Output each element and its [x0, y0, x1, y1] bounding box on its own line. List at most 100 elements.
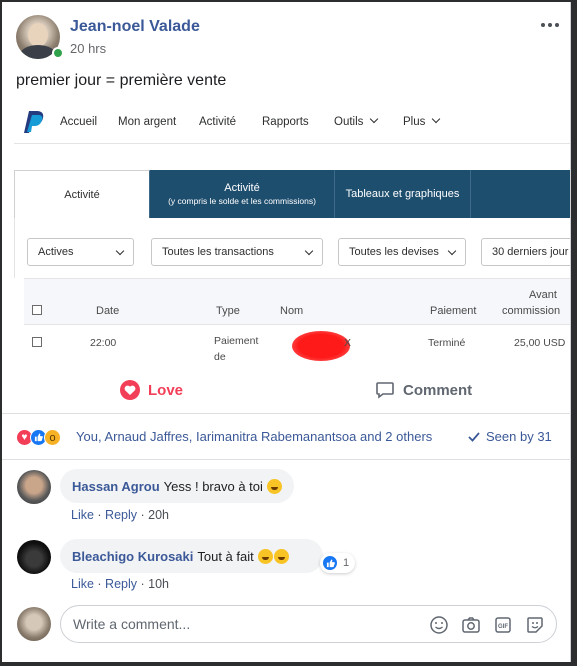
reactors-list[interactable]: You, Arnaud Jaffres, Iarimanitra Rabeman… — [76, 429, 432, 444]
comment-bubble: Hassan Agrou Yess ! bravo à toi — [60, 469, 294, 503]
column-date[interactable]: Date — [96, 305, 119, 317]
sticker-icon[interactable] — [525, 615, 545, 635]
comment-reply-link[interactable]: Reply — [105, 508, 137, 522]
comment-composer: GIF — [60, 605, 557, 643]
paypal-nav-accueil[interactable]: Accueil — [60, 116, 97, 128]
column-avant[interactable]: Avant — [529, 289, 557, 301]
chevron-down-icon — [447, 246, 457, 256]
paypal-nav-outils[interactable]: Outils — [334, 114, 379, 128]
paypal-tab-tableaux[interactable]: Tableaux et graphiques — [335, 170, 471, 218]
tab-sublabel: (y compris le solde et les commissions) — [168, 196, 316, 206]
select-all-checkbox[interactable] — [32, 305, 42, 315]
commenter-avatar[interactable] — [17, 540, 51, 574]
column-type[interactable]: Type — [216, 305, 240, 317]
currency-filter-select[interactable]: Toutes les devises — [338, 238, 466, 266]
row-status: Terminé — [428, 337, 466, 349]
paypal-logo-icon — [24, 111, 44, 133]
comment-bubble: Bleachigo Kurosaki Tout à fait — [60, 539, 323, 573]
column-nom[interactable]: Nom — [280, 305, 303, 317]
comment-input[interactable] — [73, 614, 413, 634]
tab-label: Tableaux et graphiques — [345, 188, 460, 200]
row-checkbox[interactable] — [32, 337, 42, 347]
online-status-icon — [52, 47, 64, 59]
seen-by[interactable]: Seen by 31 — [468, 429, 552, 444]
more-options-button[interactable] — [535, 14, 565, 36]
chevron-down-icon — [370, 114, 379, 124]
select-value: Toutes les transactions — [162, 246, 274, 258]
laughing-emoji-icon — [273, 548, 289, 564]
comment-text: Yess ! bravo à toi — [163, 478, 263, 494]
column-commission[interactable]: commission — [502, 305, 560, 317]
gif-icon[interactable]: GIF — [493, 615, 513, 635]
comment-time[interactable]: 10h — [148, 577, 169, 591]
transaction-filter-select[interactable]: Toutes les transactions — [151, 238, 323, 266]
row-amount: 25,00 USD — [514, 337, 566, 349]
comment-button[interactable]: Comment — [375, 380, 472, 400]
chevron-down-icon — [432, 114, 441, 124]
paypal-nav-mon-argent[interactable]: Mon argent — [118, 116, 176, 128]
commenter-name[interactable]: Bleachigo Kurosaki — [72, 549, 193, 564]
commenter-name[interactable]: Hassan Agrou — [72, 479, 160, 494]
comment-like-link[interactable]: Like — [71, 577, 94, 591]
love-label: Love — [148, 381, 184, 399]
comment-text: Tout à fait — [197, 548, 254, 564]
post-timestamp[interactable]: 20 hrs — [70, 41, 106, 56]
tab-label: Activité — [64, 188, 100, 201]
paypal-nav-outils-label: Outils — [334, 116, 364, 128]
dot-icon — [555, 23, 559, 27]
paypal-tabs: Activité Activité (y compris le solde et… — [14, 170, 570, 218]
paypal-tab-activite[interactable]: Activité — [14, 170, 150, 218]
seen-by-label: Seen by 31 — [486, 429, 552, 444]
chevron-down-icon — [115, 246, 125, 256]
row-type: Paiement — [214, 335, 259, 347]
paypal-nav-rapports[interactable]: Rapports — [262, 116, 309, 128]
laughing-emoji-icon — [257, 548, 273, 564]
heart-icon — [120, 380, 140, 400]
paypal-nav-plus-label: Plus — [403, 116, 426, 128]
comment-like-link[interactable]: Like — [71, 508, 94, 522]
checkmark-icon — [468, 431, 480, 442]
emoji-icon[interactable] — [429, 615, 449, 635]
post-image[interactable]: Accueil Mon argent Activité Rapports Out… — [14, 100, 570, 368]
table-header: Date Type Nom Paiement Avant commission — [24, 278, 570, 324]
redaction-scribble — [292, 331, 350, 361]
reactions-summary: ♥ o You, Arnaud Jaffres, Iarimanitra Rab… — [2, 414, 571, 460]
like-reaction-icon — [322, 555, 338, 571]
comment-time[interactable]: 20h — [148, 508, 169, 522]
select-value: Toutes les devises — [349, 246, 439, 258]
dot-icon — [548, 23, 552, 27]
select-value: Actives — [38, 246, 74, 258]
reaction-icons[interactable]: ♥ o — [16, 429, 61, 446]
table-row[interactable]: 22:00 Paiement de X Terminé 25,00 USD — [24, 324, 570, 368]
grinning-emoji-icon — [266, 478, 282, 494]
post-header: Jean-noel Valade 20 hrs — [2, 2, 571, 66]
commenter-avatar[interactable] — [17, 470, 51, 504]
dot-icon — [541, 23, 545, 27]
comment-icon — [376, 382, 394, 399]
post-card: Jean-noel Valade 20 hrs premier jour = p… — [2, 2, 571, 662]
row-name-tail: X — [344, 337, 352, 349]
comment-reply-link[interactable]: Reply — [105, 577, 137, 591]
author-name[interactable]: Jean-noel Valade — [70, 18, 200, 36]
post-text: premier jour = première vente — [16, 72, 227, 89]
love-button[interactable]: Love — [120, 380, 183, 400]
paypal-filters: Actives Toutes les transactions Toutes l… — [14, 218, 570, 278]
chevron-down-icon — [304, 246, 314, 256]
select-value: 30 derniers jour — [492, 246, 569, 258]
paypal-spacer — [14, 144, 570, 170]
comment-label: Comment — [403, 381, 473, 399]
like-count-value: 1 — [343, 557, 350, 569]
comment-like-count[interactable]: 1 — [320, 553, 356, 573]
camera-icon[interactable] — [461, 615, 481, 635]
svg-text:GIF: GIF — [498, 624, 508, 630]
row-date: 22:00 — [90, 337, 117, 349]
paypal-nav-plus[interactable]: Plus — [403, 114, 441, 128]
tab-label: Activité — [224, 182, 260, 194]
comment-actions: Like · Reply · 20h — [71, 508, 169, 522]
date-filter-select[interactable]: 30 derniers jour — [481, 238, 570, 266]
action-bar: Love Comment — [2, 368, 571, 414]
paypal-tab-activite-solde[interactable]: Activité (y compris le solde et les comm… — [150, 170, 335, 218]
paypal-nav-activite[interactable]: Activité — [199, 116, 236, 128]
status-filter-select[interactable]: Actives — [27, 238, 134, 266]
column-paiement[interactable]: Paiement — [430, 305, 476, 317]
